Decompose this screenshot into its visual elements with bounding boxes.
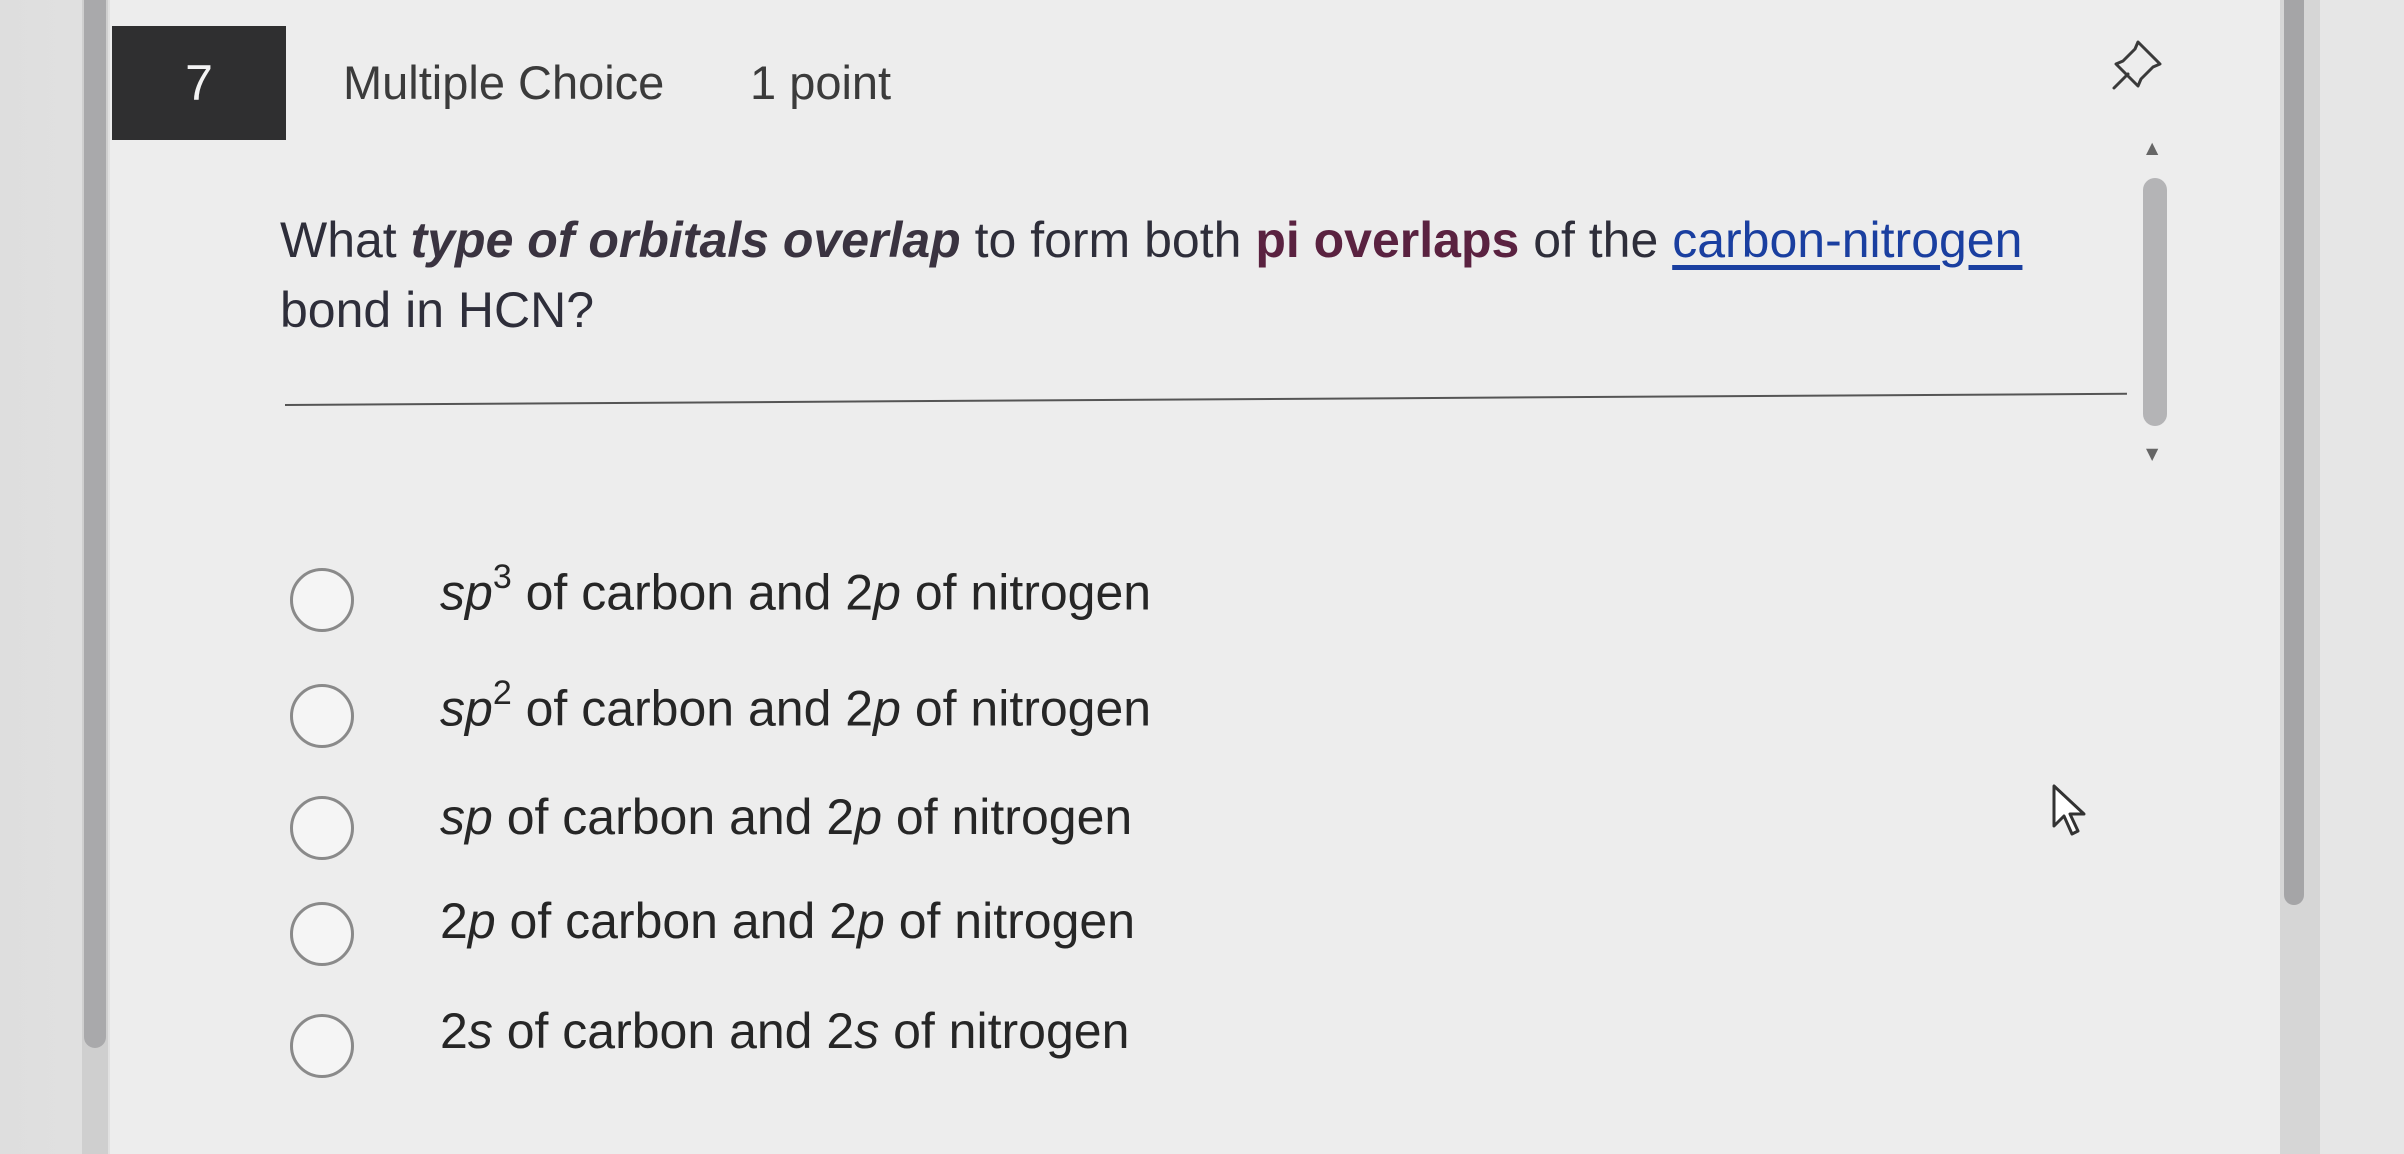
- answer-label[interactable]: sp2 of carbon and 2p of nitrogen: [440, 674, 1151, 738]
- answer-options: sp3 of carbon and 2p of nitrogen sp2 of …: [290, 558, 1590, 1120]
- answer-label[interactable]: sp3 of carbon and 2p of nitrogen: [440, 558, 1151, 622]
- question-part-2: to form both: [960, 212, 1256, 268]
- question-emphasis: type of orbitals overlap: [410, 212, 961, 268]
- scroll-down-icon[interactable]: ▼: [2146, 444, 2158, 463]
- radio-button[interactable]: [290, 568, 354, 632]
- left-scrollbar-thumb[interactable]: [84, 0, 106, 1048]
- answer-option[interactable]: sp2 of carbon and 2p of nitrogen: [290, 674, 1590, 756]
- pin-icon[interactable]: [2108, 34, 2168, 94]
- question-text: What type of orbitals overlap to form bo…: [280, 205, 2100, 345]
- answer-option[interactable]: 2p of carbon and 2p of nitrogen: [290, 890, 1590, 970]
- scroll-up-icon[interactable]: ▲: [2146, 138, 2158, 157]
- question-part-4: bond in HCN?: [280, 282, 595, 338]
- radio-button[interactable]: [290, 1014, 354, 1078]
- mouse-pointer-icon: [2052, 784, 2086, 836]
- answer-option[interactable]: 2s of carbon and 2s of nitrogen: [290, 1000, 1590, 1080]
- radio-button[interactable]: [290, 796, 354, 860]
- answer-label[interactable]: 2s of carbon and 2s of nitrogen: [440, 1002, 1129, 1060]
- window-edge: [2320, 0, 2404, 1154]
- question-number: 7: [112, 26, 286, 140]
- question-part-3: of the: [1519, 212, 1673, 268]
- question-points: 1 point: [750, 56, 892, 109]
- radio-button[interactable]: [290, 902, 354, 966]
- quiz-page: 7 Multiple Choice 1 point What type of o…: [0, 0, 2404, 1154]
- page-scrollbar-thumb[interactable]: [2284, 0, 2304, 905]
- question-scrollbar-thumb[interactable]: [2143, 178, 2167, 426]
- question-pi-term: pi overlaps: [1255, 212, 1520, 268]
- answer-option[interactable]: sp3 of carbon and 2p of nitrogen: [290, 558, 1590, 640]
- answer-label[interactable]: 2p of carbon and 2p of nitrogen: [440, 892, 1135, 950]
- question-type: Multiple Choice: [343, 56, 665, 109]
- question-part-1: What: [280, 212, 411, 268]
- radio-button[interactable]: [290, 684, 354, 748]
- answer-label[interactable]: sp of carbon and 2p of nitrogen: [440, 788, 1132, 846]
- carbon-nitrogen-link[interactable]: carbon-nitrogen: [1672, 212, 2022, 268]
- answer-option[interactable]: sp of carbon and 2p of nitrogen: [290, 786, 1590, 866]
